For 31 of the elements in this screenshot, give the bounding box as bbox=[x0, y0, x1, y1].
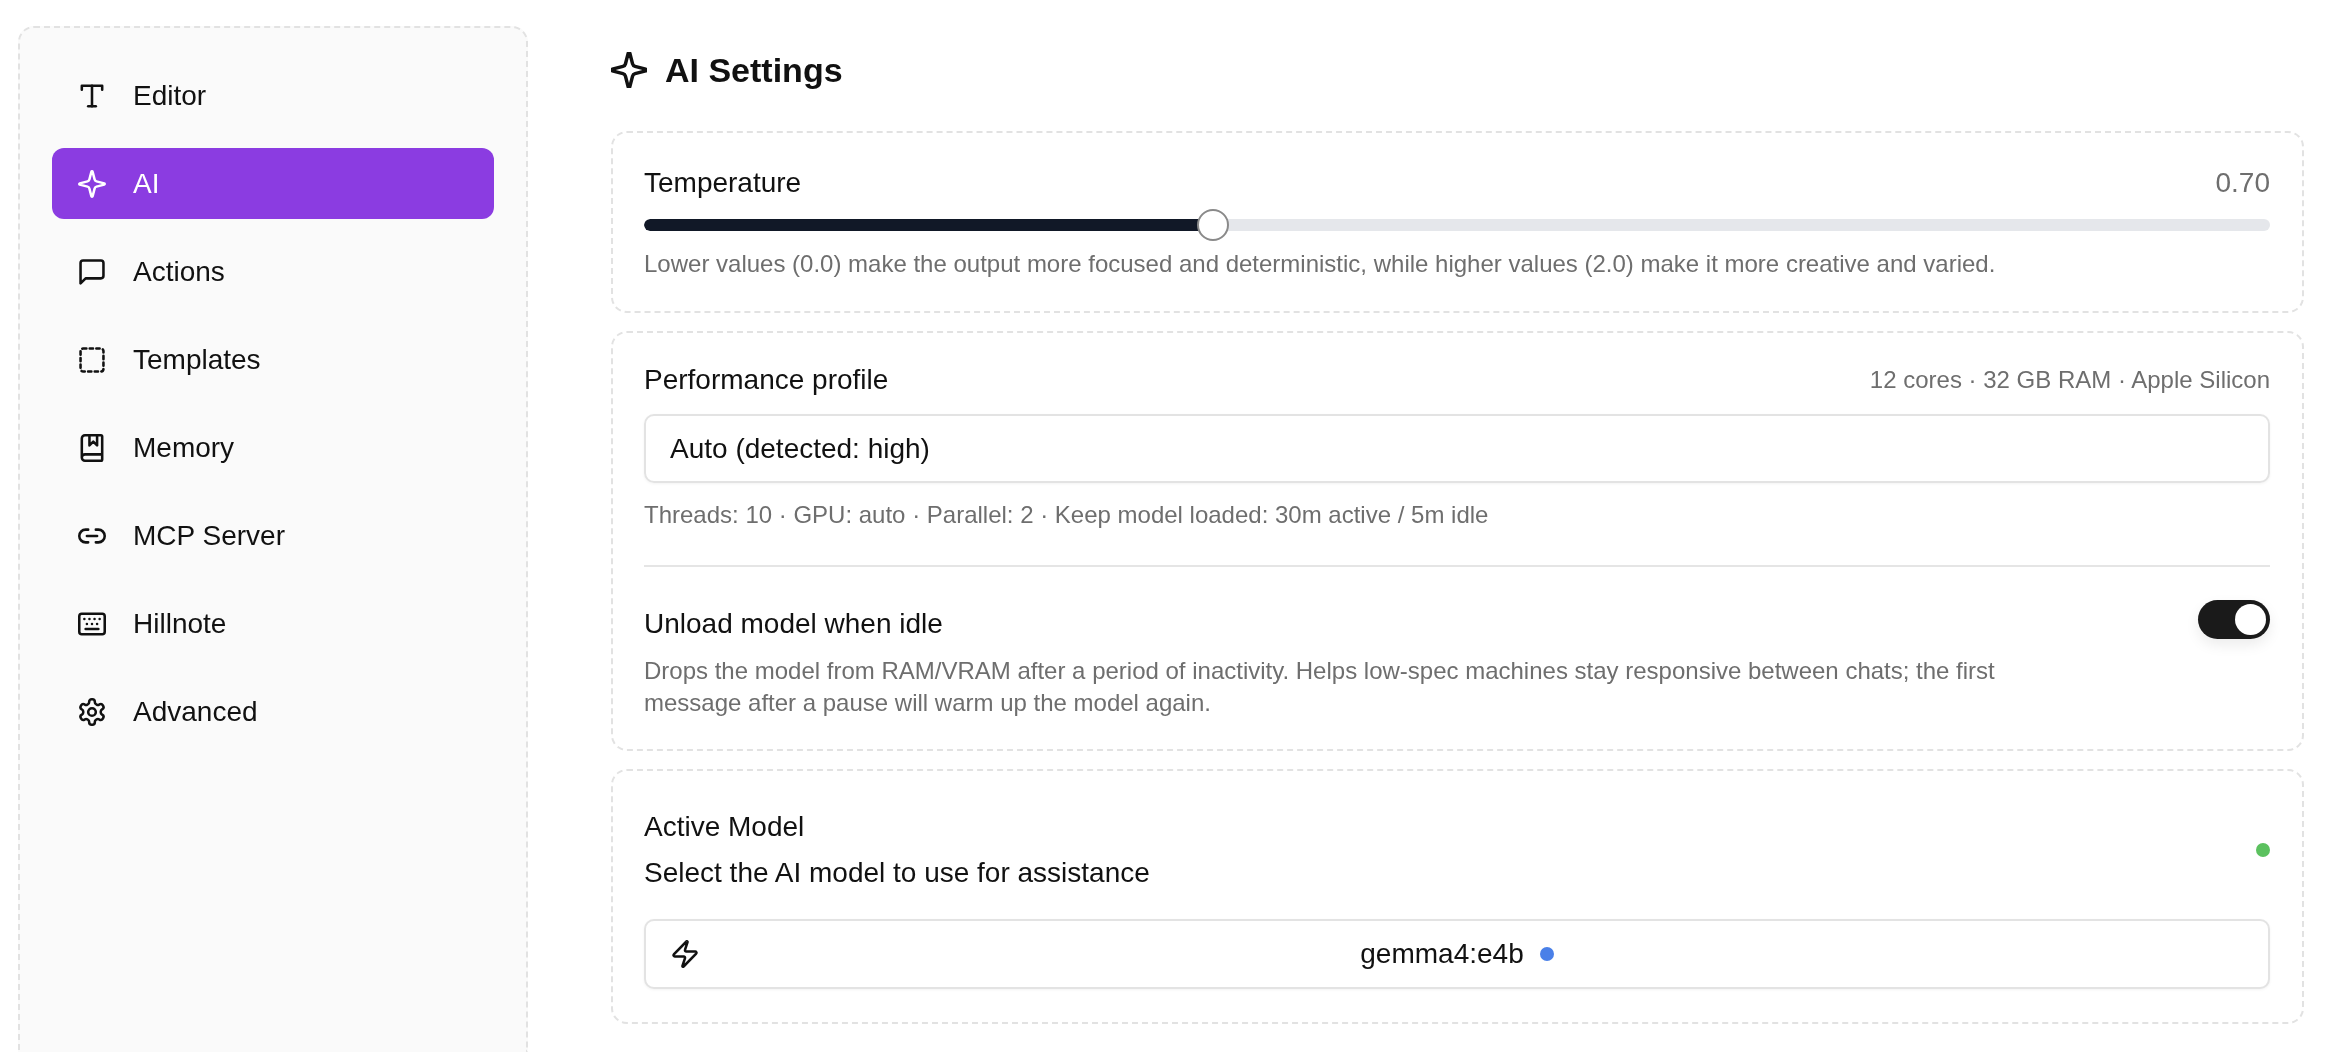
slider-thumb[interactable] bbox=[1197, 209, 1230, 241]
model-select[interactable]: gemma4:e4b bbox=[644, 919, 2270, 989]
temperature-label: Temperature bbox=[644, 166, 802, 200]
performance-label: Performance profile bbox=[644, 363, 889, 397]
sidebar-item[interactable]: Hillnote bbox=[52, 588, 494, 659]
profile-select[interactable]: Auto (detected: high) bbox=[644, 414, 2270, 483]
gear-icon bbox=[78, 697, 106, 726]
unload-toggle[interactable] bbox=[2198, 600, 2270, 639]
page-title: AI Settings bbox=[665, 50, 843, 90]
unload-description: Drops the model from RAM/VRAM after a period of inactivity. Helps low-spec machines stay responsive between chats; the first message after a pause will warm up the model again. bbox=[644, 656, 1996, 718]
sidebar-item[interactable]: Editor bbox=[52, 60, 494, 131]
sidebar-item[interactable]: AI bbox=[52, 148, 494, 219]
book-icon bbox=[78, 433, 106, 462]
active-model-subtitle: Select the AI model to use for assistance bbox=[644, 856, 1150, 890]
dashed-square-icon bbox=[78, 345, 106, 374]
temperature-description: Lower values (0.0) make the output more focused and deterministic, while higher values (2.0) make it more creative and varied. bbox=[644, 249, 1997, 279]
sparkle-icon bbox=[78, 169, 106, 198]
sidebar-item[interactable]: Memory bbox=[52, 412, 494, 483]
system-info: 12 cores · 32 GB RAM · Apple Silicon bbox=[1869, 366, 2270, 394]
sidebar-item[interactable]: Templates bbox=[52, 324, 494, 395]
sparkle-icon bbox=[611, 52, 647, 88]
active-model-title: Active Model bbox=[644, 810, 806, 844]
temperature-slider[interactable] bbox=[644, 209, 2270, 241]
speech-bubble-icon bbox=[78, 257, 106, 286]
sidebar-item[interactable]: Advanced bbox=[52, 676, 494, 747]
sidebar-item[interactable]: MCP Server bbox=[52, 500, 494, 571]
performance-details: Threads: 10 · GPU: auto · Parallel: 2 · Keep model loaded: 30m active / 5m idle bbox=[644, 500, 1490, 530]
lightning-icon bbox=[672, 940, 698, 968]
sidebar-item[interactable]: Actions bbox=[52, 236, 494, 307]
temperature-value: 0.70 bbox=[2215, 167, 2270, 199]
unload-label: Unload model when idle bbox=[644, 607, 944, 641]
